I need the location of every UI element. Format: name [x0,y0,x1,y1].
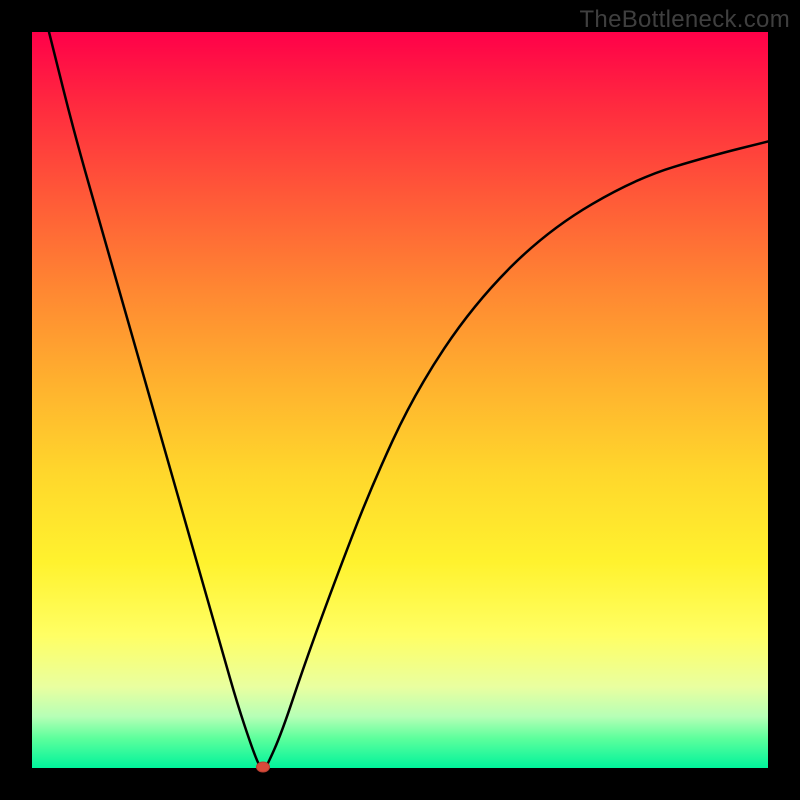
plot-area [30,30,770,770]
watermark-text: TheBottleneck.com [579,6,790,34]
minimum-marker [256,762,270,773]
chart-stage: TheBottleneck.com [0,0,800,800]
